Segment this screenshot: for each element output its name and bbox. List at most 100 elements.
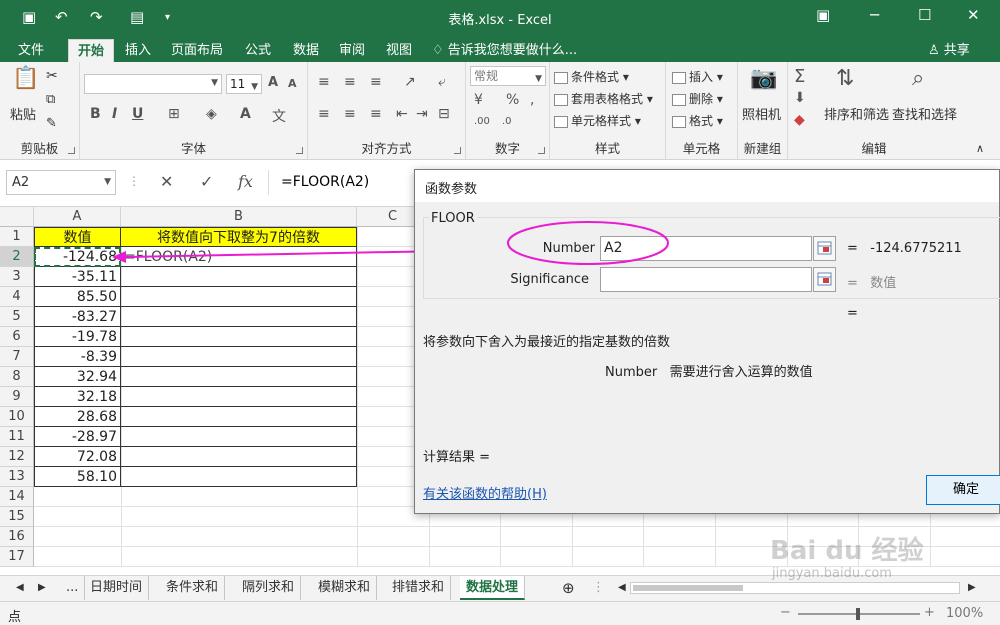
- bottom-align-icon[interactable]: ≡: [370, 74, 382, 90]
- number-format-dropdown[interactable]: 常规 ▼: [470, 66, 546, 86]
- format-as-table-button[interactable]: 套用表格格式 ▾: [554, 90, 653, 107]
- comma-icon[interactable]: ,: [530, 92, 534, 108]
- orientation-icon[interactable]: ↗: [404, 74, 416, 90]
- currency-icon[interactable]: ¥: [474, 92, 483, 108]
- share-button[interactable]: ♙ 共享: [928, 39, 970, 62]
- zoom-level[interactable]: 100%: [946, 606, 983, 621]
- fill-icon[interactable]: ⬇: [794, 90, 806, 106]
- align-left-icon[interactable]: ≡: [318, 106, 330, 122]
- camera-button[interactable]: 照相机: [742, 104, 781, 123]
- tab-file[interactable]: 文件: [0, 39, 62, 62]
- tab-page-layout[interactable]: 页面布局: [164, 39, 230, 62]
- italic-button[interactable]: I: [112, 106, 117, 122]
- top-align-icon[interactable]: ≡: [318, 74, 330, 90]
- font-name-dropdown[interactable]: ▼: [84, 74, 222, 94]
- autosum-icon[interactable]: Σ: [794, 66, 805, 87]
- zoom-slider[interactable]: [798, 608, 920, 620]
- collapse-ribbon-icon[interactable]: ∧: [976, 142, 984, 155]
- merge-center-icon[interactable]: ⊟: [438, 106, 450, 122]
- decrease-indent-icon[interactable]: ⇤: [396, 106, 408, 122]
- scroll-left-icon[interactable]: ◀: [10, 576, 30, 600]
- bold-button[interactable]: B: [90, 106, 101, 122]
- significance-ref-button[interactable]: [813, 267, 836, 292]
- find-select-button[interactable]: 查找和选择: [892, 104, 957, 123]
- font-launcher-icon[interactable]: [296, 147, 303, 154]
- find-select-icon[interactable]: ⌕: [912, 66, 924, 91]
- border-icon[interactable]: ⊞: [168, 106, 180, 122]
- tell-me-box[interactable]: ♢ 告诉我您想要做什么...: [432, 39, 577, 62]
- tab-separator-icon[interactable]: ⋮: [586, 576, 611, 600]
- clipboard-launcher-icon[interactable]: [68, 147, 75, 154]
- decrease-font-icon[interactable]: A: [288, 77, 297, 90]
- increase-indent-icon[interactable]: ⇥: [416, 106, 428, 122]
- maximize-icon[interactable]: ☐: [918, 6, 931, 24]
- dialog-titlebar[interactable]: 函数参数: [415, 170, 999, 202]
- decrease-decimal-icon[interactable]: .0: [502, 116, 512, 127]
- paste-icon[interactable]: 📋: [12, 66, 39, 91]
- conditional-format-button[interactable]: 条件格式 ▾: [554, 68, 629, 85]
- cancel-icon[interactable]: ✕: [160, 172, 173, 191]
- zoom-in-icon[interactable]: +: [924, 605, 935, 620]
- format-painter-icon[interactable]: ✎: [46, 116, 57, 131]
- insert-function-icon[interactable]: fx: [238, 172, 253, 191]
- font-color-icon[interactable]: A: [240, 106, 251, 122]
- sheet-tab-alternate-sum[interactable]: 隔列求和: [236, 576, 302, 600]
- copy-icon[interactable]: ⧉: [46, 92, 55, 107]
- sort-filter-icon[interactable]: ⇅: [836, 66, 854, 91]
- phonetic-icon[interactable]: 文: [272, 106, 286, 126]
- delete-cells-button[interactable]: 删除 ▾: [672, 90, 723, 107]
- sheet-tab-fuzzy-sum[interactable]: 模糊求和: [312, 576, 378, 600]
- tab-home[interactable]: 开始: [68, 39, 114, 62]
- tab-view[interactable]: 视图: [377, 39, 421, 62]
- close-icon[interactable]: ✕: [967, 6, 980, 24]
- insert-cells-button[interactable]: 插入 ▾: [672, 68, 723, 85]
- cut-icon[interactable]: ✂: [46, 68, 58, 84]
- zoom-slider-thumb[interactable]: [856, 608, 860, 620]
- ok-button[interactable]: 确定: [926, 475, 1000, 505]
- format-cells-button[interactable]: 格式 ▾: [672, 112, 723, 129]
- hscroll-right-icon[interactable]: ▶: [962, 576, 982, 600]
- enter-icon[interactable]: ✓: [200, 172, 213, 191]
- increase-font-icon[interactable]: A: [268, 75, 278, 90]
- paste-button[interactable]: 粘贴: [10, 104, 36, 123]
- align-right-icon[interactable]: ≡: [370, 106, 382, 122]
- scrollbar-thumb[interactable]: [633, 585, 743, 591]
- number-launcher-icon[interactable]: [538, 147, 545, 154]
- sheet-tab-error-sum[interactable]: 排错求和: [386, 576, 452, 600]
- increase-decimal-icon[interactable]: .00: [474, 116, 490, 127]
- cell-styles-button[interactable]: 单元格样式 ▾: [554, 112, 641, 129]
- minimize-icon[interactable]: ─: [870, 6, 879, 24]
- sheet-tab-more[interactable]: ...: [60, 576, 86, 600]
- clear-icon[interactable]: ◆: [794, 112, 805, 128]
- significance-arg-input[interactable]: [600, 267, 812, 292]
- tab-review[interactable]: 审阅: [330, 39, 374, 62]
- alignment-launcher-icon[interactable]: [454, 147, 461, 154]
- number-group: 常规 ▼ ¥ % , .00 .0 数字: [466, 62, 550, 160]
- wrap-text-icon[interactable]: ⤶: [438, 74, 446, 90]
- function-help-link[interactable]: 有关该函数的帮助(H): [423, 483, 547, 502]
- name-box[interactable]: A2 ▼: [6, 170, 116, 195]
- fill-color-icon[interactable]: ◈: [206, 106, 217, 122]
- align-center-icon[interactable]: ≡: [344, 106, 356, 122]
- percent-icon[interactable]: %: [506, 92, 519, 108]
- zoom-out-icon[interactable]: −: [780, 605, 791, 620]
- middle-align-icon[interactable]: ≡: [344, 74, 356, 90]
- sheet-tab-data-processing[interactable]: 数据处理: [460, 576, 526, 600]
- horizontal-scrollbar[interactable]: [630, 582, 960, 594]
- number-ref-button[interactable]: [813, 236, 836, 261]
- sheet-tab-date-time[interactable]: 日期时间: [84, 576, 150, 600]
- hscroll-left-icon[interactable]: ◀: [612, 576, 632, 600]
- tab-insert[interactable]: 插入: [116, 39, 160, 62]
- camera-icon[interactable]: 📷: [750, 66, 777, 91]
- tab-formulas[interactable]: 公式: [236, 39, 280, 62]
- sheet-tab-conditional-sum[interactable]: 条件求和: [160, 576, 226, 600]
- new-group-label: 新建组: [743, 141, 782, 156]
- underline-button[interactable]: U: [132, 106, 143, 122]
- tab-data[interactable]: 数据: [284, 39, 328, 62]
- formula-input[interactable]: =FLOOR(A2): [268, 170, 418, 195]
- sort-filter-button[interactable]: 排序和筛选: [824, 104, 889, 123]
- ribbon-display-icon[interactable]: ▣: [816, 6, 830, 24]
- font-size-dropdown[interactable]: 11 ▼: [226, 74, 262, 94]
- scroll-right-icon[interactable]: ▶: [32, 576, 52, 600]
- add-sheet-icon[interactable]: ⊕: [556, 576, 581, 600]
